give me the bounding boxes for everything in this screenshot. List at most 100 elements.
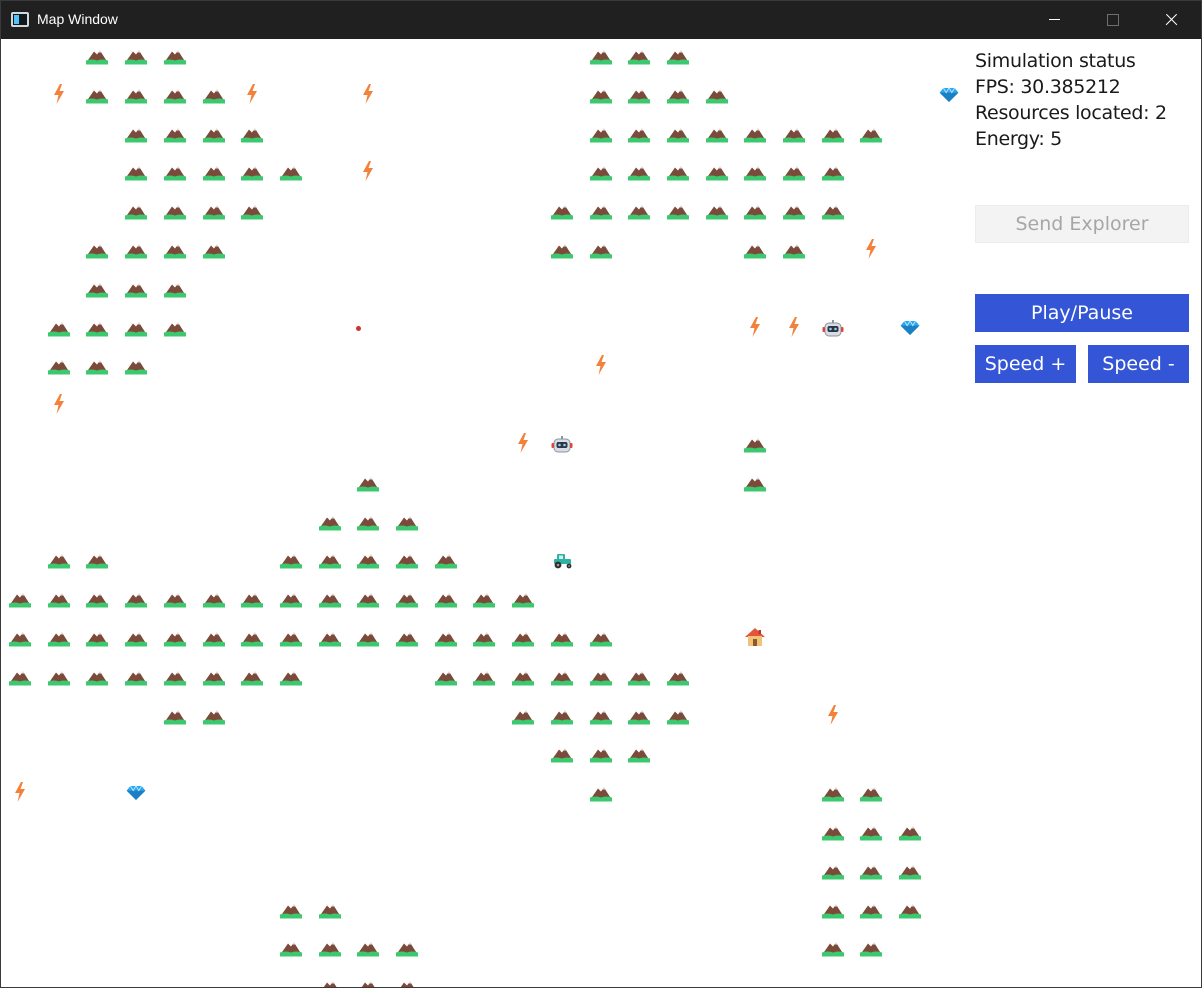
mountain-icon xyxy=(125,668,148,686)
app-window-icon xyxy=(11,12,29,27)
mountain-icon xyxy=(589,125,612,143)
mountain-icon xyxy=(744,241,767,259)
mountain-icon xyxy=(512,707,535,725)
mountain-icon xyxy=(821,163,844,181)
mountain-icon xyxy=(47,629,70,647)
mountain-icon xyxy=(550,629,573,647)
energy-bolt-icon xyxy=(787,316,809,337)
mountain-icon xyxy=(125,357,148,375)
mountain-icon xyxy=(241,590,264,608)
mountain-icon xyxy=(202,86,225,104)
mountain-icon xyxy=(163,280,186,298)
mountain-icon xyxy=(86,86,109,104)
mountain-icon xyxy=(202,590,225,608)
mountain-icon xyxy=(860,862,883,880)
mountain-icon xyxy=(125,125,148,143)
close-button[interactable] xyxy=(1142,1,1200,39)
mountain-icon xyxy=(318,901,341,919)
mountain-icon xyxy=(202,668,225,686)
simulation-map[interactable] xyxy=(1,39,961,987)
mountain-icon xyxy=(666,707,689,725)
mountain-icon xyxy=(821,784,844,802)
mountain-icon xyxy=(512,668,535,686)
mountain-icon xyxy=(163,668,186,686)
mountain-icon xyxy=(860,823,883,841)
play-pause-button[interactable]: Play/Pause xyxy=(975,294,1189,332)
mountain-icon xyxy=(357,513,380,531)
mountain-icon xyxy=(202,629,225,647)
mountain-icon xyxy=(628,47,651,65)
mountain-icon xyxy=(279,939,302,957)
mountain-icon xyxy=(318,551,341,569)
energy-bolt-icon xyxy=(13,782,35,803)
mountain-icon xyxy=(163,707,186,725)
mountain-icon xyxy=(783,202,805,220)
mountain-icon xyxy=(550,707,573,725)
energy-bolt-icon xyxy=(516,433,538,453)
window-title: Map Window xyxy=(37,11,118,27)
minimize-button[interactable] xyxy=(1026,1,1084,39)
mountain-icon xyxy=(163,629,186,647)
mountain-icon xyxy=(589,241,612,259)
mountain-icon xyxy=(125,590,148,608)
mountain-icon xyxy=(202,202,225,220)
mountain-icon xyxy=(125,280,148,298)
send-explorer-button[interactable]: Send Explorer xyxy=(975,205,1189,243)
mountain-icon xyxy=(705,163,728,181)
mountain-icon xyxy=(86,280,109,298)
mountain-icon xyxy=(241,202,264,220)
mountain-icon xyxy=(589,163,612,181)
mountain-icon xyxy=(705,86,728,104)
mountain-icon xyxy=(319,978,341,987)
mountain-icon xyxy=(705,202,728,220)
gem-icon xyxy=(900,319,922,338)
energy-bolt-icon xyxy=(864,239,886,259)
mountain-icon xyxy=(241,163,264,181)
mountain-icon xyxy=(86,47,109,65)
mountain-icon xyxy=(550,668,573,686)
mountain-icon xyxy=(47,319,70,337)
mountain-icon xyxy=(125,241,148,259)
mountain-icon xyxy=(396,939,418,957)
mountain-icon xyxy=(821,823,844,841)
mountain-icon xyxy=(821,125,844,143)
maximize-button[interactable] xyxy=(1084,1,1142,39)
energy-bolt-icon xyxy=(52,394,74,415)
mountain-icon xyxy=(163,86,186,104)
mountain-icon xyxy=(279,901,302,919)
mountain-icon xyxy=(899,862,922,880)
mountain-icon xyxy=(666,668,689,686)
energy-bolt-icon xyxy=(361,83,383,104)
mountain-icon xyxy=(744,435,767,453)
mountain-icon xyxy=(899,823,922,841)
status-heading: Simulation status xyxy=(975,50,1136,72)
mountain-icon xyxy=(86,319,109,337)
mountain-icon xyxy=(279,668,302,686)
energy-bolt-icon xyxy=(52,83,74,104)
robot-icon xyxy=(822,318,844,337)
mountain-icon xyxy=(9,629,31,647)
mountain-icon xyxy=(589,784,612,802)
mountain-icon xyxy=(860,125,883,143)
mountain-icon xyxy=(86,668,109,686)
mountain-icon xyxy=(550,745,573,763)
house-icon xyxy=(744,627,766,646)
mountain-icon xyxy=(163,125,186,143)
mountain-icon xyxy=(666,47,689,65)
mountain-icon xyxy=(318,513,341,531)
mountain-icon xyxy=(202,163,225,181)
speed-down-button[interactable]: Speed - xyxy=(1088,345,1189,383)
mountain-icon xyxy=(318,629,341,647)
mountain-icon xyxy=(396,590,418,608)
mountain-icon xyxy=(473,629,496,647)
gem-icon xyxy=(939,86,961,105)
mountain-icon xyxy=(473,590,496,608)
mountain-icon xyxy=(47,551,70,569)
energy-bolt-icon xyxy=(748,316,770,337)
speed-up-button[interactable]: Speed + xyxy=(975,345,1076,383)
mountain-icon xyxy=(666,163,689,181)
mountain-icon xyxy=(86,590,109,608)
mountain-icon xyxy=(589,86,612,104)
mountain-icon xyxy=(86,629,109,647)
mountain-icon xyxy=(860,784,883,802)
